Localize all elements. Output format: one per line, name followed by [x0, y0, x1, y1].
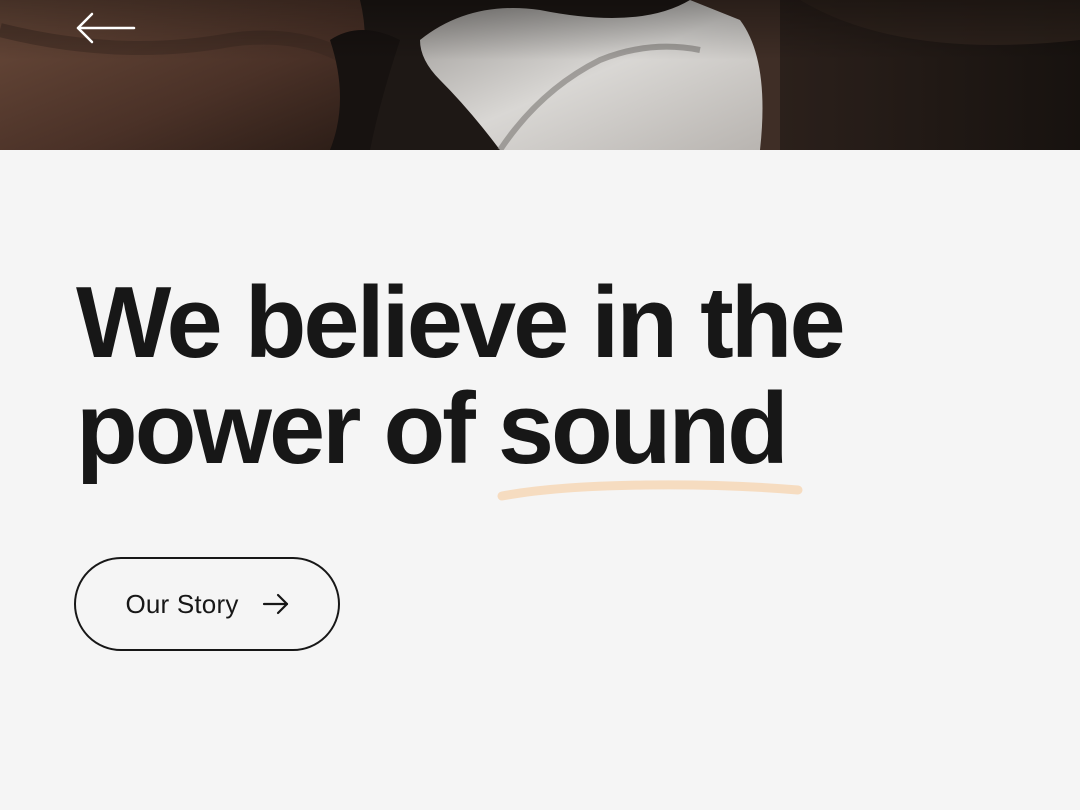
our-story-label: Our Story: [125, 588, 239, 619]
hero-image: [0, 0, 1080, 150]
content-section: We believe in the power of sound Our Sto…: [0, 150, 1080, 810]
arrow-right-icon: [261, 593, 291, 615]
headline-highlight: sound: [497, 373, 803, 501]
headline-line-1: We believe in the: [76, 267, 846, 379]
headline-line-2-prefix: power of: [76, 373, 498, 485]
our-story-button[interactable]: Our Story: [74, 557, 340, 651]
hero-photo: [0, 0, 1080, 150]
page-headline: We believe in the power of sound: [76, 267, 1036, 501]
highlight-word: sound: [497, 373, 789, 485]
headline-line-2: power of sound: [76, 373, 1036, 501]
back-button[interactable]: [68, 8, 144, 52]
arrow-left-icon: [76, 12, 136, 44]
